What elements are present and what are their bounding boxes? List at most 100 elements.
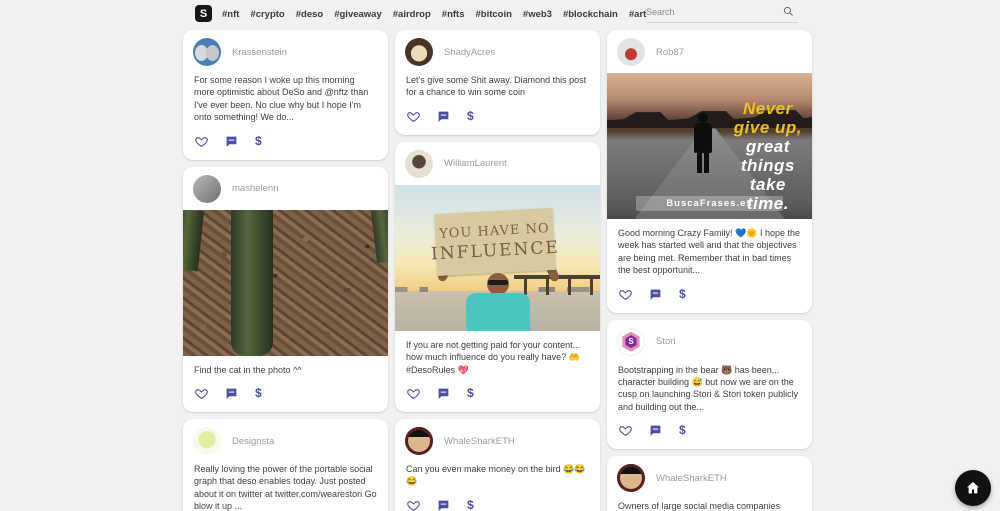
diamond-icon[interactable]: $ (679, 424, 686, 437)
sunglasses (487, 279, 508, 285)
home-fab-button[interactable] (955, 470, 991, 506)
app-logo[interactable]: S (195, 5, 212, 22)
like-icon[interactable] (619, 288, 632, 301)
post-card: S Stori Bootstrapping in the bear 🐻 has … (607, 319, 812, 450)
username[interactable]: WilliamLaurent (444, 158, 507, 169)
post-text: For some reason I woke up this morning m… (194, 75, 369, 123)
avatar[interactable] (617, 38, 645, 66)
post-image-forest[interactable] (183, 209, 388, 356)
person-silhouette (690, 113, 716, 173)
like-icon[interactable] (619, 424, 632, 437)
post-header: WhaleSharkETH (395, 419, 600, 462)
diamond-icon[interactable]: $ (679, 287, 686, 301)
username[interactable]: ShadyAcres (444, 47, 495, 58)
avatar[interactable] (405, 149, 433, 178)
username[interactable]: Stori (656, 336, 676, 347)
like-icon[interactable] (195, 387, 208, 400)
search-icon[interactable] (783, 6, 794, 17)
post-header: WhaleSharkETH (607, 456, 812, 499)
diamond-icon[interactable]: $ (467, 387, 474, 400)
post-card: Rob87 Never give up, great things take t… (607, 30, 812, 313)
quote-line: Never (743, 99, 793, 118)
search-box (646, 1, 798, 23)
comment-icon[interactable] (437, 499, 450, 511)
quote-line: take (749, 175, 786, 195)
comment-icon[interactable] (649, 288, 662, 301)
like-icon[interactable] (407, 110, 420, 123)
post-header: Rob87 (607, 30, 812, 73)
hashtag-nfts[interactable]: #nfts (442, 9, 465, 20)
post-header: Krassenstein (183, 30, 388, 73)
hashtag-bitcoin[interactable]: #bitcoin (475, 9, 511, 20)
comment-icon[interactable] (437, 110, 450, 123)
comment-icon[interactable] (437, 387, 450, 400)
post-image-influence-sign[interactable]: YOU HAVE NO INFLUENCE (395, 184, 600, 331)
like-icon[interactable] (407, 387, 420, 400)
hashtag-deso[interactable]: #deso (296, 9, 323, 20)
tree-trunk (231, 209, 273, 356)
hashtag-giveaway[interactable]: #giveaway (334, 9, 382, 20)
diamond-icon[interactable]: $ (467, 109, 474, 123)
username[interactable]: WhaleSharkETH (656, 473, 727, 484)
tree-trunk (183, 209, 205, 271)
hashtag-nft[interactable]: #nft (222, 9, 239, 20)
avatar[interactable] (405, 38, 433, 66)
diamond-icon[interactable]: $ (255, 387, 262, 400)
comment-icon[interactable] (649, 424, 662, 437)
quote-line: great (745, 137, 790, 157)
hashtag-blockchain[interactable]: #blockchain (563, 9, 618, 20)
hashtag-nav: #nft #crypto #deso #giveaway #airdrop #n… (222, 0, 646, 28)
like-icon[interactable] (407, 499, 420, 511)
post-text: Good morning Crazy Family! 💙🌞 I hope the… (618, 228, 800, 276)
comment-icon[interactable] (225, 135, 238, 148)
quote-line: things (740, 156, 795, 176)
avatar[interactable] (193, 38, 221, 66)
diamond-icon[interactable]: $ (255, 134, 262, 148)
username[interactable]: Designsta (232, 436, 274, 447)
username[interactable]: Krassenstein (232, 47, 287, 58)
image-watermark: BuscaFrases.es (635, 196, 784, 211)
cardboard-sign: YOU HAVE NO INFLUENCE (430, 207, 560, 276)
avatar[interactable] (617, 464, 645, 493)
top-bar: S #nft #crypto #deso #giveaway #airdrop … (0, 0, 1000, 28)
post-card: ShadyAcres Let's give some Shit away. Di… (395, 30, 600, 135)
hashtag-art[interactable]: #art (629, 9, 646, 20)
post-text: Bootstrapping in the bear 🐻 has been... … (618, 364, 799, 412)
username[interactable]: Rob87 (656, 47, 684, 58)
hashtag-web3[interactable]: #web3 (523, 9, 552, 20)
post-actions: $ (607, 277, 812, 313)
post-actions: $ (395, 376, 600, 412)
post-text: Really loving the power of the portable … (194, 464, 377, 511)
comment-icon[interactable] (225, 387, 238, 400)
avatar[interactable]: S (617, 327, 645, 356)
post-actions: $ (395, 99, 600, 135)
feed-column-2: ShadyAcres Let's give some Shit away. Di… (395, 30, 600, 511)
avatar[interactable] (193, 427, 221, 456)
search-input[interactable] (646, 6, 783, 17)
avatar[interactable] (405, 427, 433, 456)
post-actions: $ (607, 413, 812, 449)
post-image-motivation-quote[interactable]: Never give up, great things take time. B… (607, 73, 812, 219)
feed-column-1: Krassenstein For some reason I woke up t… (183, 30, 388, 511)
post-header: S Stori (607, 320, 812, 363)
post-header: Designsta (183, 419, 388, 462)
diamond-icon[interactable]: $ (467, 498, 474, 511)
post-text: If you are not getting paid for your con… (406, 339, 581, 375)
username[interactable]: WhaleSharkETH (444, 436, 515, 447)
stori-hexagon-logo: S (622, 331, 640, 352)
post-text: Find the cat in the photo ^^ (194, 364, 302, 375)
post-card: Krassenstein For some reason I woke up t… (183, 30, 388, 160)
post-header: ShadyAcres (395, 30, 600, 73)
like-icon[interactable] (195, 135, 208, 148)
person-shirt (465, 292, 530, 331)
avatar[interactable] (193, 174, 221, 203)
post-feed: Krassenstein For some reason I woke up t… (183, 30, 812, 511)
post-header: WilliamLaurent (395, 142, 600, 185)
quote-line: give up, (733, 118, 802, 138)
post-actions: $ (183, 124, 388, 160)
post-text: Owners of large social media companies t… (618, 501, 781, 511)
hashtag-airdrop[interactable]: #airdrop (393, 9, 431, 20)
hashtag-crypto[interactable]: #crypto (250, 9, 284, 20)
username[interactable]: mashelenn (232, 183, 278, 194)
post-text: Let's give some Shit away. Diamond this … (406, 75, 587, 98)
